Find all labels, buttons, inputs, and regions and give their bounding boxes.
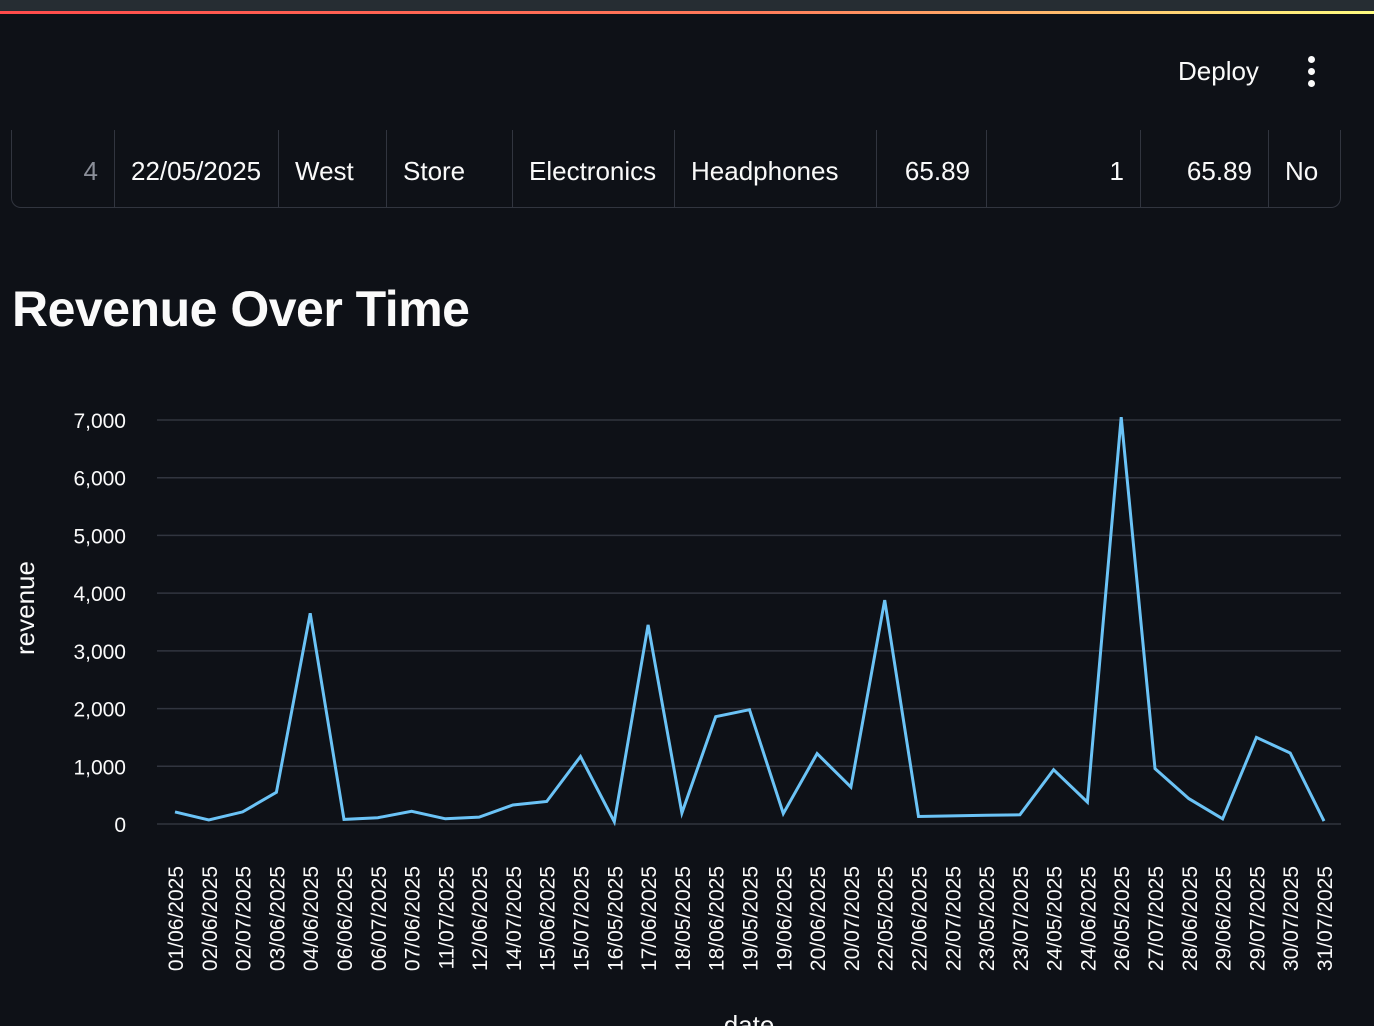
x-tick-label: 06/07/2025	[368, 866, 391, 971]
x-tick-label: 15/06/2025	[537, 866, 560, 971]
data-table[interactable]: 4 22/05/2025 West Store Electronics Head…	[11, 130, 1341, 208]
x-tick-label: 22/07/2025	[942, 866, 965, 971]
y-tick-label: 2,000	[73, 699, 126, 722]
x-tick-label: 29/06/2025	[1213, 866, 1236, 971]
x-tick-label: 30/07/2025	[1280, 866, 1303, 971]
x-tick-label: 22/05/2025	[875, 866, 898, 971]
y-tick-label: 6,000	[73, 468, 126, 491]
x-tick-label: 11/07/2025	[435, 866, 458, 970]
date-cell[interactable]: 22/05/2025	[115, 130, 279, 208]
x-tick-label: 12/06/2025	[469, 866, 492, 971]
x-tick-label: 24/05/2025	[1044, 866, 1067, 971]
y-axis-ticks: 0 1,000 2,000 3,000 4,000 5,000 6,000 7,000	[73, 410, 126, 837]
x-tick-label: 27/07/2025	[1145, 866, 1168, 971]
y-tick-label: 0	[114, 814, 126, 837]
x-axis-ticks: 01/06/2025 02/06/2025 02/07/2025 03/06/2025…	[165, 866, 1337, 971]
main-menu-button[interactable]	[1292, 50, 1330, 92]
y-tick-label: 7,000	[73, 410, 126, 433]
product-cell[interactable]: Headphones	[675, 130, 877, 208]
x-tick-label: 23/05/2025	[976, 866, 999, 971]
deploy-button[interactable]: Deploy	[1164, 50, 1273, 92]
x-axis-label: date	[724, 1010, 775, 1026]
x-tick-label: 24/06/2025	[1077, 866, 1100, 971]
x-tick-label: 29/07/2025	[1246, 866, 1269, 971]
x-tick-label: 01/06/2025	[165, 866, 188, 971]
x-tick-label: 17/06/2025	[638, 866, 661, 971]
table-row[interactable]: 4 22/05/2025 West Store Electronics Head…	[12, 130, 1340, 208]
x-tick-label: 02/07/2025	[233, 866, 256, 971]
x-tick-label: 20/06/2025	[807, 866, 830, 971]
app-header-decoration	[0, 0, 1374, 14]
y-tick-label: 1,000	[73, 756, 126, 779]
vertical-ellipsis-icon	[1307, 53, 1315, 89]
row-index-cell: 4	[12, 130, 115, 208]
revenue-line-chart[interactable]: 0 1,000 2,000 3,000 4,000 5,000 6,000 7,000 01/…	[0, 380, 1374, 1026]
price-cell[interactable]: 65.89	[877, 130, 987, 208]
flag-cell[interactable]: No	[1269, 130, 1342, 208]
y-tick-label: 5,000	[73, 525, 126, 548]
x-tick-label: 22/06/2025	[908, 866, 931, 971]
x-tick-label: 15/07/2025	[571, 866, 594, 971]
x-tick-label: 07/06/2025	[402, 866, 425, 971]
channel-cell[interactable]: Store	[387, 130, 513, 208]
y-tick-label: 3,000	[73, 641, 126, 664]
quantity-cell[interactable]: 1	[987, 130, 1141, 208]
category-cell[interactable]: Electronics	[513, 130, 675, 208]
x-tick-label: 28/06/2025	[1179, 866, 1202, 971]
x-tick-label: 04/06/2025	[300, 866, 323, 971]
section-title: Revenue Over Time	[12, 281, 470, 337]
x-tick-label: 03/06/2025	[266, 866, 289, 971]
x-tick-label: 06/06/2025	[334, 866, 357, 971]
x-tick-label: 02/06/2025	[199, 866, 222, 971]
x-tick-label: 14/07/2025	[503, 866, 526, 971]
region-cell[interactable]: West	[279, 130, 387, 208]
revenue-cell[interactable]: 65.89	[1141, 130, 1269, 208]
x-tick-label: 26/05/2025	[1111, 866, 1134, 971]
x-tick-label: 18/06/2025	[706, 866, 729, 971]
x-tick-label: 23/07/2025	[1010, 866, 1033, 971]
x-tick-label: 16/05/2025	[604, 866, 627, 971]
y-tick-label: 4,000	[73, 583, 126, 606]
x-tick-label: 19/06/2025	[773, 866, 796, 971]
x-tick-label: 20/07/2025	[841, 866, 864, 971]
y-axis-label: revenue	[10, 561, 40, 655]
x-tick-label: 18/05/2025	[672, 866, 695, 971]
x-tick-label: 31/07/2025	[1314, 866, 1337, 971]
x-tick-label: 19/05/2025	[740, 866, 763, 971]
